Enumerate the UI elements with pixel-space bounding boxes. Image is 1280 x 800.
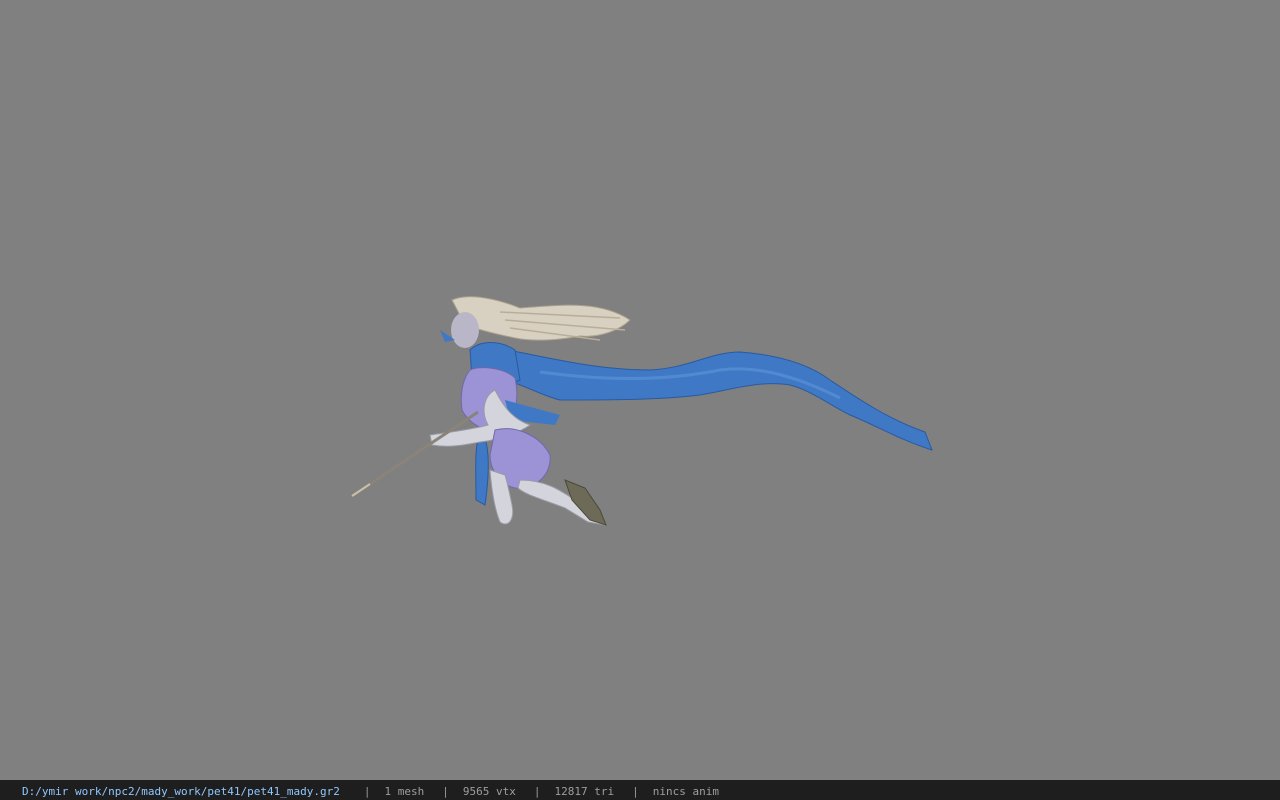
head xyxy=(451,312,479,348)
file-path: D:/ymir work/npc2/mady_work/pet41/pet41_… xyxy=(22,785,340,798)
separator: | xyxy=(363,785,371,798)
separator: | xyxy=(442,785,449,798)
character-model[interactable] xyxy=(0,0,1280,780)
vertex-count: 9565 vtx xyxy=(462,785,516,798)
separator: | xyxy=(533,785,541,798)
cape xyxy=(504,349,933,451)
triangle-count: 12817 tri xyxy=(554,785,615,798)
animation-status: nincs anim xyxy=(652,785,719,798)
separator: | xyxy=(632,785,639,798)
status-bar: D:/ymir work/npc2/mady_work/pet41/pet41_… xyxy=(0,780,1280,800)
model-viewport[interactable] xyxy=(0,0,1280,780)
spear xyxy=(351,410,479,498)
mesh-count: 1 mesh xyxy=(384,785,425,798)
